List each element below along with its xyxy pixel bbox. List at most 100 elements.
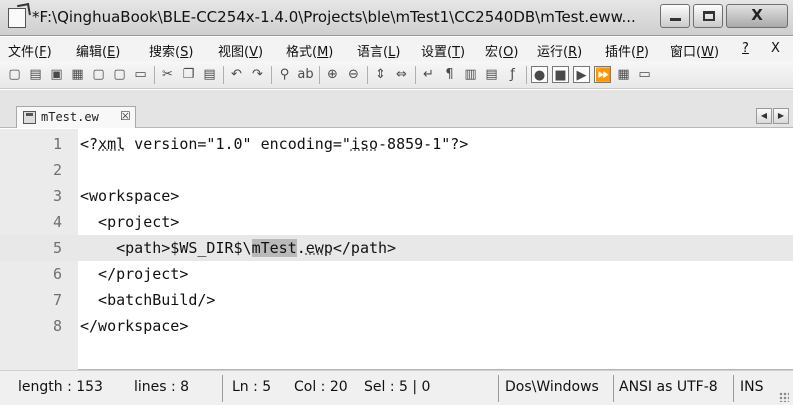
- word-wrap-icon[interactable]: ↵: [420, 66, 437, 83]
- close-all-icon[interactable]: ▢: [111, 66, 128, 83]
- code-line[interactable]: 5 <path>$WS_DIR$\mTest.ewp</path>: [0, 235, 793, 261]
- doc-map-icon[interactable]: ▤: [483, 66, 500, 83]
- save-macro-icon[interactable]: ▦: [615, 66, 632, 83]
- zoom-out-icon[interactable]: ⊖: [345, 66, 362, 83]
- menu-bar: 文件(F) 编辑(E) 搜索(S) 视图(V) 格式(M) 语言(L) 设置(T) 宏(O) 运…: [0, 37, 793, 61]
- redo-icon[interactable]: ↷: [249, 66, 266, 83]
- toolbar-separator: [367, 66, 368, 84]
- code-text: <project>: [80, 213, 180, 231]
- menu-item-11[interactable]: ?: [742, 41, 749, 56]
- title-bar: *F:\QinghuaBook\BLE-CC254x-1.4.0\Project…: [0, 0, 793, 36]
- line-number: 5: [52, 239, 62, 257]
- toolbar-separator: [223, 66, 224, 84]
- line-number: 7: [52, 291, 62, 309]
- print-icon[interactable]: ▭: [132, 66, 149, 83]
- line-number: 4: [52, 213, 62, 231]
- status-encoding[interactable]: ANSI as UTF-8: [615, 371, 718, 405]
- code-line[interactable]: 6 </project>: [0, 261, 793, 287]
- window-title: *F:\QinghuaBook\BLE-CC254x-1.4.0\Project…: [32, 8, 636, 26]
- code-text: <path>$WS_DIR$\mTest.ewp</path>: [80, 239, 397, 257]
- launch-icon[interactable]: ▭: [636, 66, 653, 83]
- menu-item-0[interactable]: 文件(F): [8, 41, 52, 60]
- code-text: <?xml version="1.0" encoding="iso-8859-1…: [80, 135, 469, 153]
- toolbar-separator: [526, 66, 527, 84]
- text-editor[interactable]: 1 <?xml version="1.0" encoding="iso-8859-…: [0, 129, 793, 370]
- status-eol-format[interactable]: Dos\Windows: [501, 371, 599, 405]
- cut-icon[interactable]: ✂: [159, 66, 176, 83]
- tab-scroll-left-icon[interactable]: ◀: [756, 108, 772, 124]
- code-line[interactable]: 2: [0, 157, 793, 183]
- tab-scroll-right-icon[interactable]: ▶: [773, 108, 789, 124]
- function-list-icon[interactable]: ƒ: [504, 66, 521, 83]
- close-icon: X: [751, 6, 763, 24]
- save-icon[interactable]: ▣: [48, 66, 65, 83]
- status-column: Col : 20: [294, 379, 348, 395]
- menu-item-7[interactable]: 宏(O): [485, 41, 518, 60]
- tab-mtest[interactable]: mTest.ew ☒: [16, 106, 136, 128]
- close-button[interactable]: X: [726, 4, 788, 28]
- menu-item-6[interactable]: 设置(T): [421, 41, 465, 60]
- menu-item-5[interactable]: 语言(L): [357, 41, 400, 60]
- close-icon[interactable]: ▢: [90, 66, 107, 83]
- new-file-icon[interactable]: ▢: [6, 66, 23, 83]
- indent-guide-icon[interactable]: ▥: [462, 66, 479, 83]
- line-number: 6: [52, 265, 62, 283]
- maximize-button[interactable]: [693, 4, 723, 28]
- toolbar-separator: [319, 66, 320, 84]
- line-number: 3: [52, 187, 62, 205]
- find-icon[interactable]: ⚲: [276, 66, 293, 83]
- menu-item-8[interactable]: 运行(R): [537, 41, 582, 60]
- line-number: 1: [52, 135, 62, 153]
- record-macro-icon[interactable]: ●: [531, 66, 548, 83]
- tab-label: mTest.ew: [41, 110, 99, 124]
- menu-item-9[interactable]: 插件(P): [605, 41, 649, 60]
- status-insert-mode[interactable]: INS: [736, 371, 764, 405]
- menu-item-2[interactable]: 搜索(S): [149, 41, 193, 60]
- menu-item-10[interactable]: 窗口(W): [670, 41, 719, 60]
- code-line[interactable]: 3 <workspace>: [0, 183, 793, 209]
- minimize-icon: [670, 18, 681, 21]
- code-text: <workspace>: [80, 187, 180, 205]
- play-macro-icon[interactable]: ▶: [573, 66, 590, 83]
- toolbar-separator: [271, 66, 272, 84]
- menu-item-1[interactable]: 编辑(E): [76, 41, 120, 60]
- maximize-icon: [703, 11, 715, 21]
- status-bar: length : 153 lines : 8 Ln : 5 Col : 20 S…: [0, 370, 793, 405]
- line-number: 8: [52, 317, 62, 335]
- resize-grip[interactable]: [779, 392, 789, 402]
- code-text: </project>: [80, 265, 189, 283]
- code-line[interactable]: 1 <?xml version="1.0" encoding="iso-8859-…: [0, 131, 793, 157]
- sync-horizontal-icon[interactable]: ⇔: [393, 66, 410, 83]
- code-line[interactable]: 8 </workspace>: [0, 313, 793, 339]
- show-all-chars-icon[interactable]: ¶: [441, 66, 458, 83]
- status-length: length : 153: [18, 379, 103, 395]
- stop-record-icon[interactable]: ■: [552, 66, 569, 83]
- paste-icon[interactable]: ▤: [201, 66, 218, 83]
- code-line[interactable]: 4 <project>: [0, 209, 793, 235]
- tab-close-icon[interactable]: ☒: [120, 109, 131, 123]
- zoom-in-icon[interactable]: ⊕: [324, 66, 341, 83]
- code-text: <batchBuild/>: [80, 291, 216, 309]
- menu-item-12[interactable]: X: [771, 41, 780, 56]
- open-file-icon[interactable]: ▤: [27, 66, 44, 83]
- tab-bar: mTest.ew ☒ ◀ ▶: [0, 90, 793, 128]
- menu-item-4[interactable]: 格式(M): [286, 41, 333, 60]
- line-number: 2: [52, 161, 62, 179]
- save-all-icon[interactable]: ▦: [69, 66, 86, 83]
- code-line[interactable]: 7 <batchBuild/>: [0, 287, 793, 313]
- sync-vertical-icon[interactable]: ⇕: [372, 66, 389, 83]
- copy-icon[interactable]: ❐: [180, 66, 197, 83]
- replace-icon[interactable]: ab: [297, 66, 314, 83]
- toolbar-separator: [415, 66, 416, 84]
- status-selection: Sel : 5 | 0: [364, 379, 431, 395]
- status-line-number: Ln : 5: [232, 379, 272, 395]
- save-state-icon: [23, 111, 36, 124]
- toolbar-separator: [154, 66, 155, 84]
- notepad-app-icon[interactable]: [8, 8, 26, 28]
- minimize-button[interactable]: [660, 4, 690, 28]
- toolbar: ▢ ▤ ▣ ▦ ▢ ▢ ▭ ✂ ❐ ▤ ↶ ↷ ⚲ ab ⊕ ⊖ ⇕ ⇔ ↵ ¶ ▥ ▤ ƒ ● ■ ▶ ⏩ ▦ ▭: [0, 61, 793, 89]
- undo-icon[interactable]: ↶: [228, 66, 245, 83]
- status-lines: lines : 8: [134, 379, 190, 395]
- menu-item-3[interactable]: 视图(V): [218, 41, 263, 60]
- run-macro-multiple-icon[interactable]: ⏩: [594, 66, 611, 83]
